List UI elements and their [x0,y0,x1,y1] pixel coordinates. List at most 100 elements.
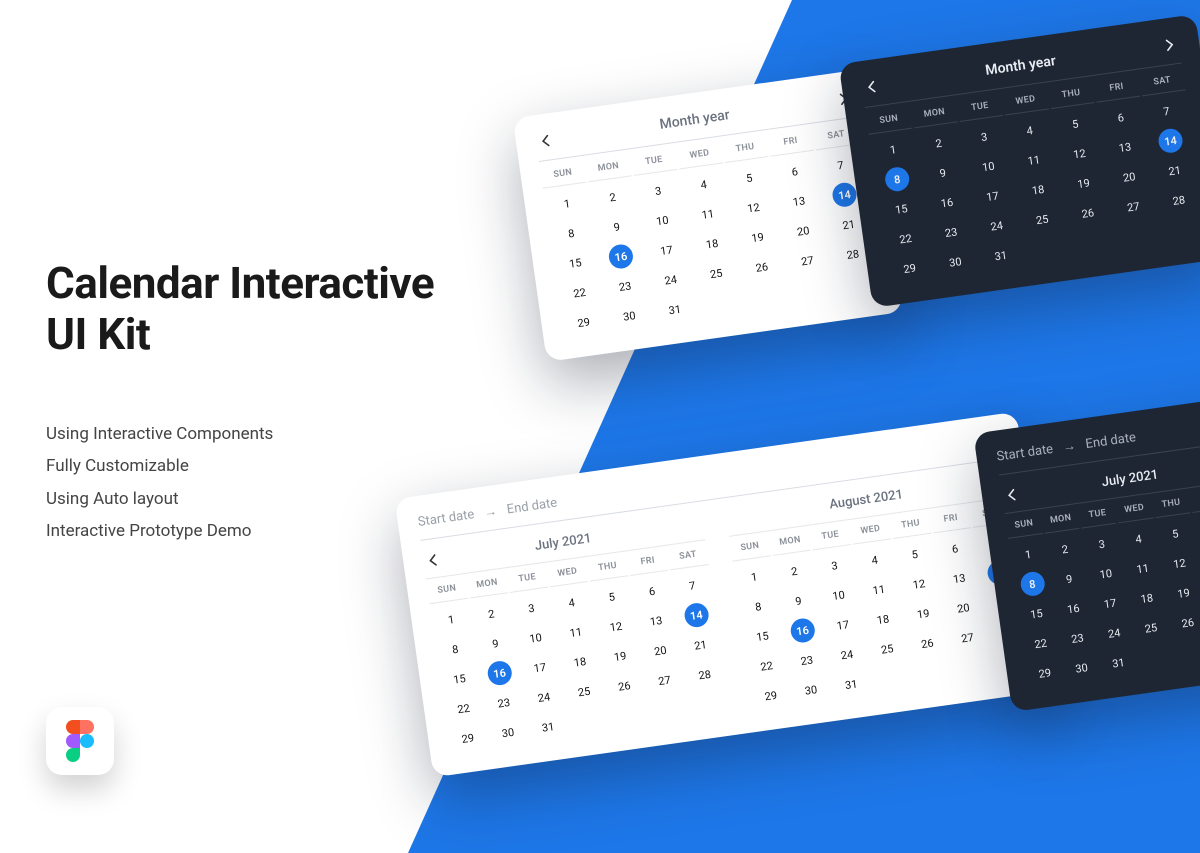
calendar-day[interactable]: 17 [822,610,864,639]
calendar-day[interactable]: 26 [907,629,949,658]
calendar-day[interactable]: 9 [475,629,517,658]
calendar-day[interactable]: 31 [1099,648,1137,677]
calendar-day[interactable]: 24 [973,211,1020,241]
calendar-day[interactable]: 19 [599,642,641,671]
calendar-day[interactable]: 6 [631,577,673,606]
calendar-day[interactable]: 29 [447,724,489,753]
calendar-day[interactable]: 19 [734,222,781,252]
calendar-day[interactable]: 19 [1060,168,1107,198]
calendar-day[interactable]: 22 [556,278,603,308]
calendar-day[interactable]: 26 [1169,608,1200,637]
calendar-day[interactable]: 2 [470,599,512,628]
calendar-day[interactable]: 20 [640,636,682,665]
calendar-day[interactable]: 31 [977,241,1024,271]
calendar-day[interactable]: 14 [831,181,858,208]
calendar-day[interactable]: 5 [726,163,773,193]
calendar-day[interactable]: 11 [1010,145,1057,175]
calendar-day[interactable]: 12 [1160,549,1198,578]
calendar-day[interactable]: 29 [886,253,933,283]
calendar-day[interactable]: 1 [544,189,591,219]
calendar-day[interactable]: 14 [683,602,710,629]
calendar-day[interactable]: 23 [602,271,649,301]
calendar-day[interactable]: 30 [1063,654,1101,683]
calendar-day[interactable]: 15 [742,622,784,651]
calendar-day[interactable]: 6 [934,534,976,563]
calendar-day[interactable]: 1 [430,605,472,634]
calendar-day[interactable]: 6 [1193,514,1200,543]
next-month-button[interactable] [1160,35,1180,55]
calendar-day[interactable]: 20 [780,216,827,246]
calendar-day[interactable]: 27 [784,246,831,276]
calendar-day[interactable]: 25 [693,258,740,288]
calendar-day[interactable]: 25 [1132,614,1170,643]
calendar-day[interactable]: 17 [969,181,1016,211]
calendar-day[interactable]: 2 [589,182,636,212]
calendar-day[interactable]: 13 [776,186,823,216]
calendar-day[interactable]: 11 [555,618,597,647]
calendar-day[interactable]: 3 [961,122,1008,152]
calendar-day[interactable]: 17 [1091,589,1129,618]
calendar-day[interactable]: 23 [928,217,975,247]
calendar-day[interactable]: 24 [1095,619,1133,648]
calendar-day[interactable]: 5 [1052,109,1099,139]
calendar-day[interactable]: 8 [548,218,595,248]
calendar-day[interactable]: 5 [591,582,633,611]
calendar-day[interactable]: 25 [563,677,605,706]
calendar-day[interactable]: 19 [902,599,944,628]
calendar-day[interactable]: 13 [635,606,677,635]
calendar-day[interactable]: 10 [818,581,860,610]
calendar-day[interactable]: 6 [1097,103,1144,133]
calendar-day[interactable]: 12 [1056,139,1103,169]
calendar-day[interactable]: 18 [1128,584,1166,613]
calendar-day[interactable]: 11 [1124,554,1162,583]
calendar-day[interactable]: 10 [965,151,1012,181]
calendar-day[interactable]: 10 [515,623,557,652]
calendar-day[interactable]: 3 [635,176,682,206]
calendar-day[interactable]: 1 [1009,540,1047,569]
calendar-day[interactable]: 18 [1015,175,1062,205]
calendar-day[interactable]: 10 [639,205,686,235]
calendar-day[interactable]: 15 [878,194,925,224]
calendar-day[interactable]: 25 [1019,204,1066,234]
calendar-day[interactable]: 26 [604,671,646,700]
calendar-day[interactable]: 23 [483,688,525,717]
calendar-day[interactable]: 30 [790,675,832,704]
calendar-day[interactable]: 18 [862,605,904,634]
calendar-day[interactable]: 16 [486,660,513,687]
calendar-day[interactable]: 18 [689,229,736,259]
calendar-day[interactable]: 31 [830,670,872,699]
calendar-day[interactable]: 9 [1050,564,1088,593]
calendar-day[interactable]: 12 [898,569,940,598]
calendar-day[interactable]: 29 [1026,659,1064,688]
calendar-day[interactable]: 31 [527,712,569,741]
calendar-day[interactable]: 3 [1083,530,1121,559]
calendar-day[interactable]: 27 [1110,192,1157,222]
calendar-day[interactable]: 11 [858,575,900,604]
calendar-day[interactable]: 2 [915,128,962,158]
calendar-day[interactable]: 4 [854,545,896,574]
calendar-day[interactable]: 3 [511,594,553,623]
calendar-day[interactable]: 23 [1058,624,1096,653]
calendar-day[interactable]: 4 [680,169,727,199]
calendar-day[interactable]: 3 [814,551,856,580]
calendar-day[interactable]: 13 [938,564,980,593]
calendar-day[interactable]: 15 [439,664,481,693]
calendar-day[interactable]: 30 [932,247,979,277]
calendar-day[interactable]: 16 [789,617,816,644]
calendar-day[interactable]: 24 [523,683,565,712]
calendar-day[interactable]: 16 [1054,594,1092,623]
calendar-day[interactable]: 7 [671,571,713,600]
calendar-day[interactable]: 25 [866,634,908,663]
calendar-day[interactable]: 8 [1019,570,1046,597]
calendar-day[interactable]: 4 [551,588,593,617]
calendar-day[interactable]: 19 [1165,579,1200,608]
calendar-day[interactable]: 4 [1006,115,1053,145]
calendar-day[interactable]: 4 [1119,524,1157,553]
calendar-day[interactable]: 18 [559,647,601,676]
calendar-day[interactable]: 17 [643,235,690,265]
calendar-day[interactable]: 9 [593,212,640,242]
calendar-day[interactable]: 2 [774,557,816,586]
calendar-day[interactable]: 16 [607,243,634,270]
calendar-day[interactable]: 8 [884,166,911,193]
calendar-day[interactable]: 15 [552,248,599,278]
